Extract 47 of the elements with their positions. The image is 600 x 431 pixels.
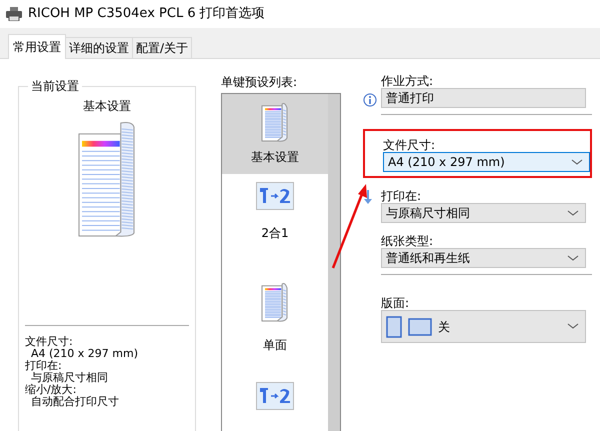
preview-title: 基本设置 (82, 98, 132, 115)
field-value: 与原稿尺寸相同 (386, 205, 470, 222)
summary-label: 缩小/放大: (25, 384, 78, 396)
tab[interactable]: 常用设置 (8, 34, 66, 59)
preset-label: 单面 (263, 337, 287, 354)
chevron-down-icon (571, 158, 583, 166)
chevron-down-icon (567, 323, 579, 330)
summary-value: 自动配合打印尺寸 (30, 396, 120, 408)
preset-item[interactable]: 基本设置 (222, 94, 328, 174)
dropdown[interactable]: 普通纸和再生纸 (381, 248, 586, 268)
summary-label: 打印在: (25, 360, 63, 372)
field-label: 作业方式: (381, 74, 434, 88)
printer-icon (6, 7, 22, 21)
field-label: 版面: (381, 296, 410, 310)
preset-label: 基本设置 (251, 149, 299, 166)
field-value: 普通纸和再生纸 (386, 250, 470, 267)
preset-item[interactable]: 2合1 (222, 174, 328, 274)
field-label: 文件尺寸: (383, 138, 436, 152)
group-title: 当前设置 (30, 79, 80, 93)
list-label: 单键预设列表: (221, 74, 298, 91)
two-in-one-icon (256, 382, 294, 410)
dropdown[interactable]: A4 (210 x 297 mm) (383, 152, 590, 172)
dropdown[interactable]: 与原稿尺寸相同 (381, 203, 586, 223)
preset-item[interactable]: 单面 (222, 274, 328, 374)
scrollbar[interactable] (328, 94, 340, 431)
two-in-one-icon (256, 182, 294, 210)
info-icon (363, 93, 377, 107)
field-label: 打印在: (381, 189, 422, 203)
chevron-down-icon (567, 210, 579, 216)
summary-value: 与原稿尺寸相同 (31, 372, 109, 384)
down-arrow-icon (363, 190, 373, 204)
window-title: RICOH MP C3504ex PCL 6 打印首选项 (28, 5, 265, 24)
portrait-page-icon (386, 316, 402, 338)
dropdown[interactable]: 关 (381, 310, 586, 343)
field-label: 纸张类型: (381, 234, 434, 248)
document-icon (261, 282, 289, 322)
summary-value: A4 (210 x 297 mm) (30, 348, 140, 360)
field[interactable]: 普通打印 (381, 88, 586, 108)
field-value: 普通打印 (386, 90, 434, 107)
chevron-down-icon (567, 254, 579, 262)
field-value: 关 (438, 318, 450, 336)
document-icon (261, 102, 289, 142)
tab[interactable]: 配置/关于 (132, 37, 192, 58)
summary-label: 文件尺寸: (25, 336, 74, 348)
field-value: A4 (210 x 297 mm) (388, 154, 505, 171)
preset-label: 2合1 (261, 225, 289, 242)
landscape-page-icon (408, 318, 432, 336)
